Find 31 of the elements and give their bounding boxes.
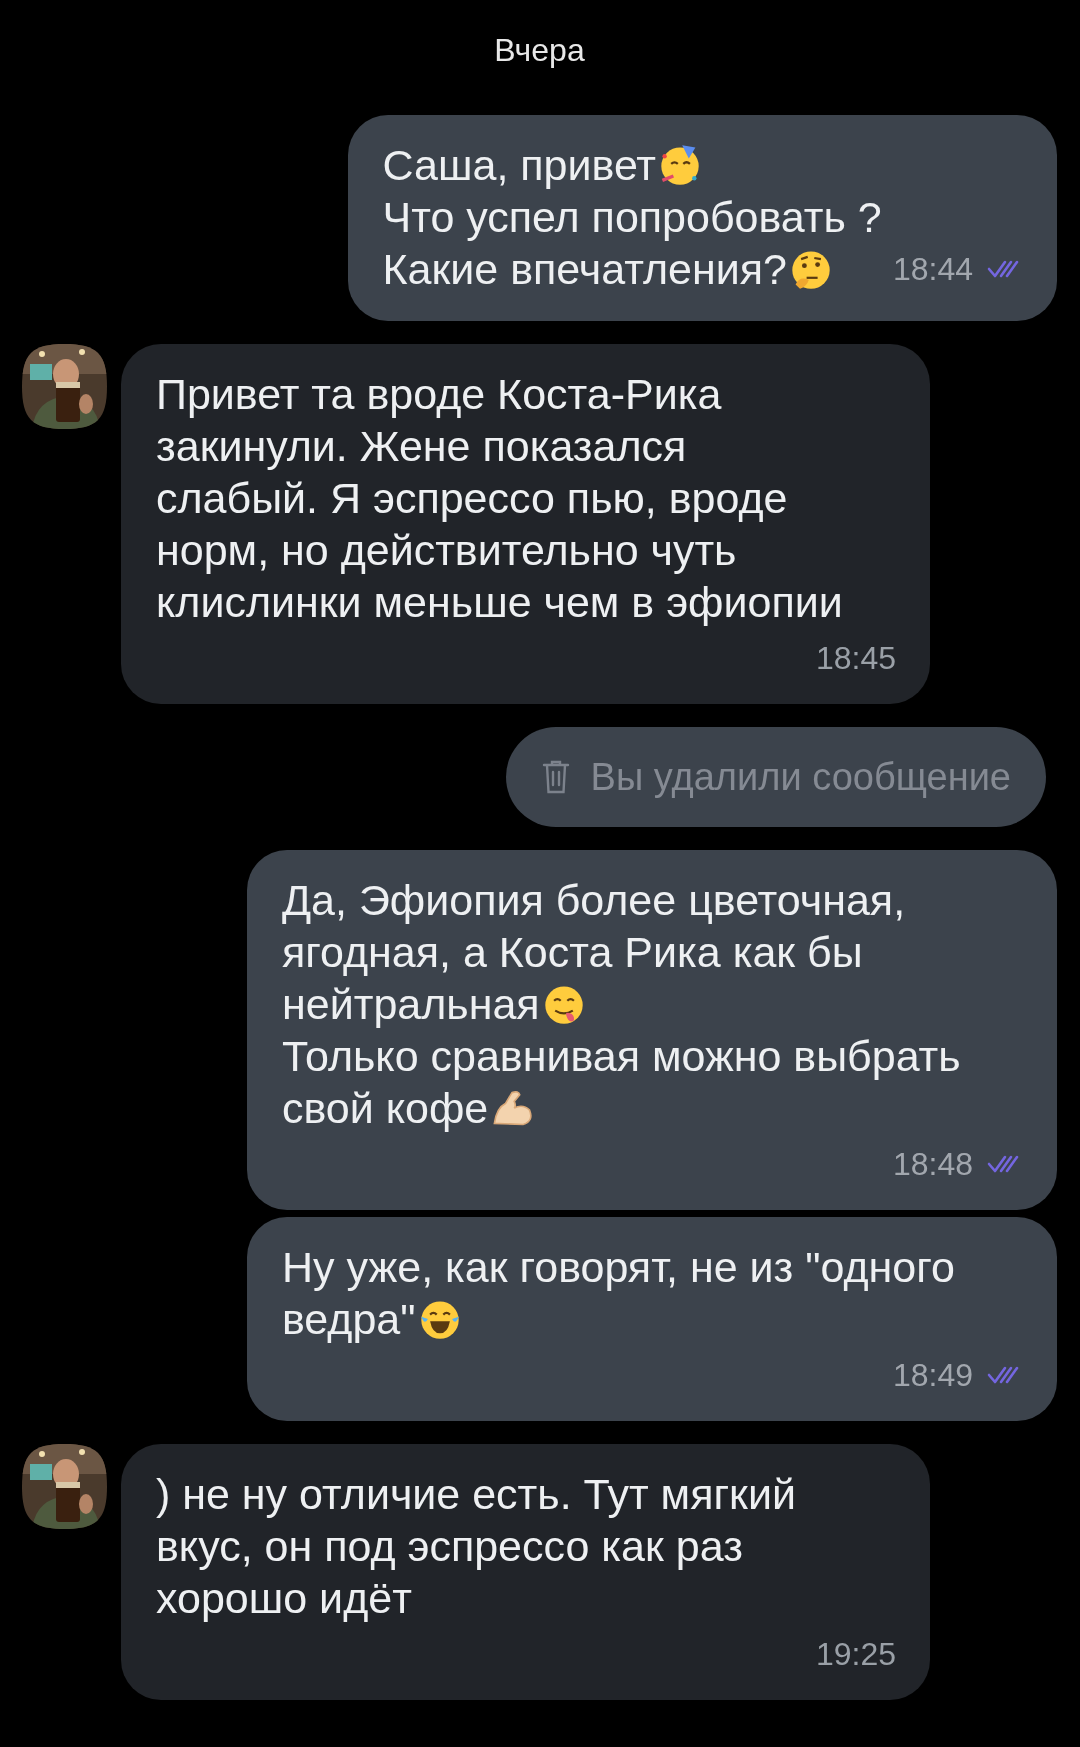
- message-text: вкус, он под эспрессо как раз: [156, 1521, 743, 1572]
- sent-message[interactable]: Ну уже, как говорят, не из "одного ведра" 18:49: [247, 1217, 1057, 1421]
- message-text: закинули. Жене показался: [156, 421, 687, 472]
- message-text: Ну уже, как говорят, не из "одного: [282, 1242, 955, 1293]
- received-message[interactable]: ) не ну отличие есть. Тут мягкий вкус, он под эспрессо как раз хорошо идёт 19:25: [121, 1444, 930, 1700]
- message-text: Только сравнивая можно выбрать: [282, 1031, 961, 1082]
- message-text: хорошо идёт: [156, 1573, 412, 1624]
- message-text: Что успел попробовать ?: [382, 192, 882, 243]
- message-text: Какие впечатления?: [382, 244, 787, 295]
- trash-icon: [540, 759, 571, 795]
- message-time: 18:48: [892, 1145, 973, 1184]
- message-text: свой кофе: [282, 1083, 489, 1134]
- message-time: 18:45: [815, 639, 896, 678]
- message-time: 18:49: [892, 1356, 973, 1395]
- message-text: Да, Эфиопия более цветочная,: [282, 875, 906, 926]
- message-time: 19:25: [815, 1635, 896, 1674]
- message-text: Саша, привет: [382, 140, 657, 191]
- sent-message[interactable]: Саша, привет Что успел попробовать ? Какие впечатления? 18:44: [347, 115, 1057, 321]
- message-time: 18:44: [892, 250, 973, 289]
- message-text: ведра": [282, 1294, 416, 1345]
- deleted-notice: Вы удалили сообщение: [590, 755, 1011, 800]
- message-text: клислинки меньше чем в эфиопии: [156, 577, 843, 628]
- received-message[interactable]: Привет та вроде Коста-Рика закинули. Жене показался слабый. Я эспрессо пью, вроде норм, но действительно чуть клислинки меньше чем в эфиопии 18:45: [121, 344, 930, 704]
- message-text: слабый. Я эспрессо пью, вроде: [156, 473, 788, 524]
- sent-message[interactable]: Да, Эфиопия более цветочная, ягодная, а Коста Рика как бы нейтральная Только сравнивая можно выбрать свой кофе 18:48: [247, 850, 1057, 1210]
- message-text: нейтральная: [282, 979, 540, 1030]
- message-text: ) не ну отличие есть. Тут мягкий: [156, 1469, 796, 1520]
- message-text: Привет та вроде Коста-Рика: [156, 369, 722, 420]
- message-text: норм, но действительно чуть: [156, 525, 737, 576]
- date-label: Вчера: [494, 32, 585, 69]
- message-text: ягодная, а Коста Рика как бы: [282, 927, 863, 978]
